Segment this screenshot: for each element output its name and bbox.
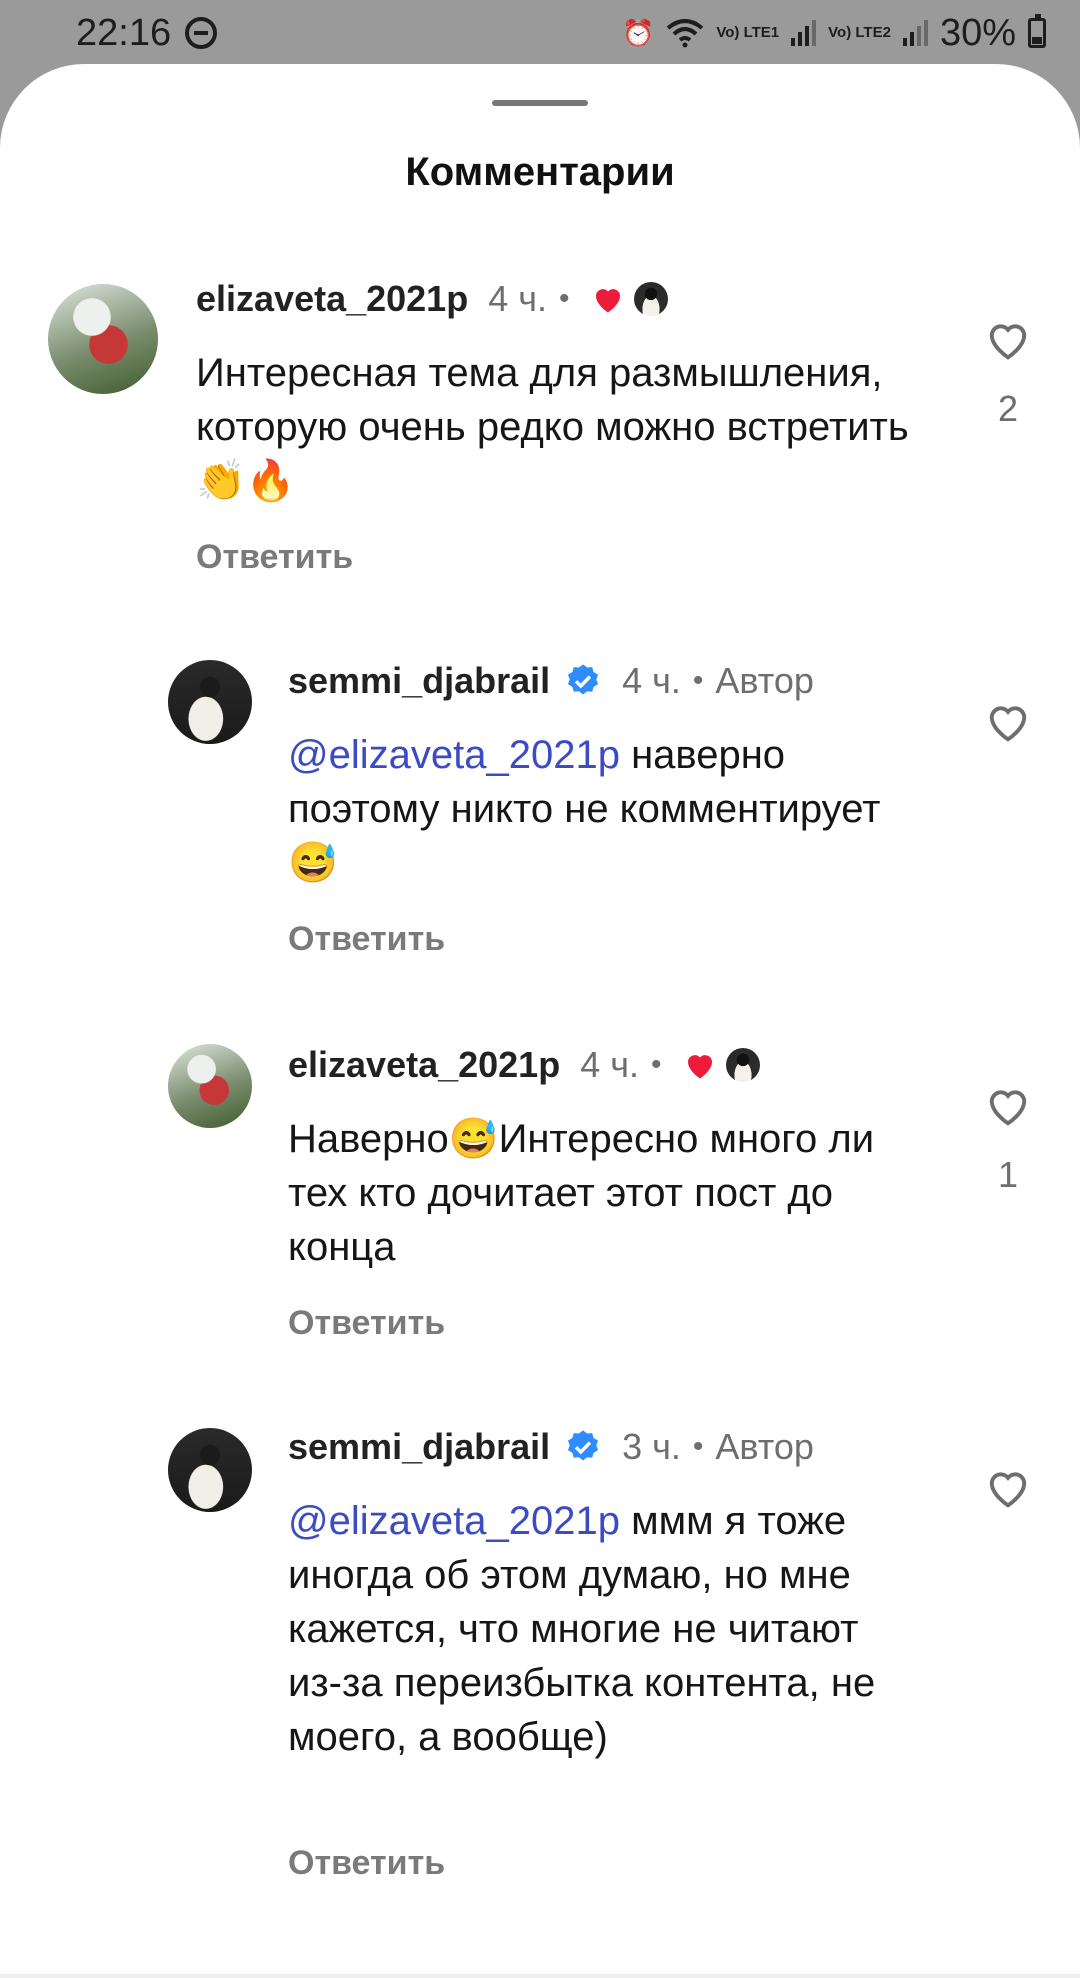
reply-button[interactable]: Ответить [288, 1844, 445, 1883]
sheet-title: Комментарии [405, 150, 675, 194]
signal-icon [791, 20, 817, 46]
lte2-label: Vo) LTE2 [828, 24, 891, 41]
comment-text: Интересная тема для размышления, которую… [196, 351, 909, 503]
status-bar: 22:16 ⏰ Vo) LTE1 Vo) LTE2 30% [0, 0, 1080, 66]
reply-button[interactable]: Ответить [196, 538, 353, 577]
comment-username[interactable]: elizaveta_2021p [288, 1044, 560, 1086]
like-heart-icon[interactable] [982, 314, 1034, 366]
comment-text: Наверно😅Интересно много ли тех кто дочит… [288, 1117, 875, 1269]
verified-badge-icon [568, 1430, 599, 1461]
separator-dot: • [558, 282, 570, 315]
like-count: 1 [997, 1154, 1019, 1195]
do-not-disturb-icon [185, 17, 218, 49]
comment-time: 4 ч. [622, 660, 681, 701]
alarm-icon: ⏰ [622, 17, 655, 48]
separator-dot: • [650, 1048, 662, 1081]
comment-text: @elizaveta_2021p ммм я тоже иногда об эт… [288, 1494, 918, 1764]
avatar[interactable] [168, 1044, 252, 1128]
avatar[interactable] [168, 1428, 252, 1512]
author-label: Автор [715, 660, 814, 701]
like-heart-icon[interactable] [982, 1080, 1034, 1132]
author-avatar [725, 1048, 760, 1082]
mention-link[interactable]: @elizaveta_2021p [288, 1499, 620, 1543]
drag-handle[interactable] [492, 100, 588, 106]
separator-dot: • [692, 664, 704, 697]
mention-link[interactable]: @elizaveta_2021p [288, 733, 620, 777]
author-liked-heart-icon [687, 1055, 712, 1079]
lte1-label: Vo) LTE1 [716, 24, 780, 41]
comment-time: 3 ч. [622, 1426, 681, 1467]
separator-dot: • [692, 1430, 704, 1463]
battery-icon [1028, 14, 1046, 48]
comment-username[interactable]: elizaveta_2021p [196, 278, 468, 320]
battery-percent: 30% [939, 11, 1016, 54]
author-liked-heart-icon [595, 289, 620, 313]
like-heart-icon[interactable] [982, 1462, 1034, 1514]
avatar[interactable] [168, 660, 252, 744]
like-heart-icon[interactable] [982, 696, 1034, 748]
verified-badge-icon [568, 664, 599, 695]
comment-text: @elizaveta_2021p наверно поэтому никто н… [288, 728, 908, 890]
comment-time: 4 ч. [580, 1044, 639, 1085]
like-count: 2 [997, 388, 1019, 429]
avatar[interactable] [48, 284, 158, 394]
comments-sheet: Комментарии elizaveta_2021p 4 ч. • Интер… [0, 64, 1080, 1978]
comment-username[interactable]: semmi_djabrail [288, 660, 550, 702]
signal-icon [902, 20, 928, 46]
status-time: 22:16 [76, 11, 172, 54]
divider [0, 1974, 1080, 1978]
comment-time: 4 ч. [488, 278, 547, 319]
reply-button[interactable]: Ответить [288, 1304, 445, 1343]
author-label: Автор [715, 1426, 814, 1467]
reply-button[interactable]: Ответить [288, 920, 445, 959]
wifi-icon [667, 19, 704, 48]
comment-username[interactable]: semmi_djabrail [288, 1426, 550, 1468]
author-avatar [633, 282, 668, 316]
